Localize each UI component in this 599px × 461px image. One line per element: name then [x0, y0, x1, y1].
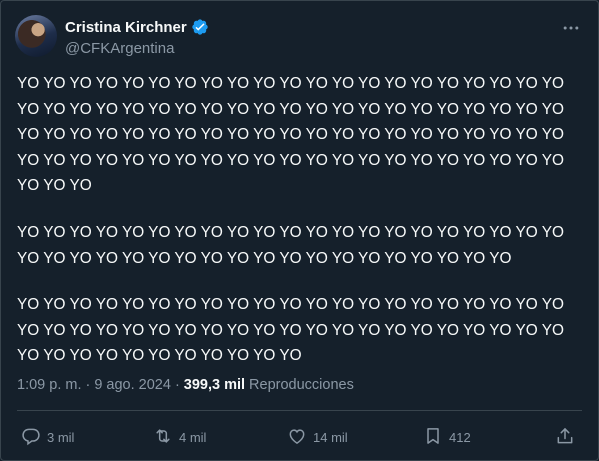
reply-count: 3 mil	[47, 429, 75, 445]
reply-button[interactable]: 3 mil	[21, 426, 74, 449]
bookmark-count: 412	[449, 429, 471, 445]
author-name-row: Cristina Kirchner	[65, 18, 209, 36]
heart-icon	[287, 426, 307, 449]
meta-separator: ·	[174, 377, 180, 393]
tweet-date[interactable]: 9 ago. 2024	[94, 377, 171, 393]
tweet-card: Cristina Kirchner @CFKArgentina YO YO YO…	[0, 0, 599, 461]
bookmark-button[interactable]: 412	[423, 426, 471, 449]
avatar[interactable]	[15, 15, 57, 57]
verified-badge-icon	[191, 18, 209, 36]
tweet-paragraph: YO YO YO YO YO YO YO YO YO YO YO YO YO Y…	[17, 296, 564, 365]
retweet-count: 4 mil	[179, 429, 207, 445]
reply-icon	[21, 426, 41, 449]
meta-separator: ·	[85, 377, 91, 393]
divider	[17, 410, 582, 411]
tweet-paragraph: YO YO YO YO YO YO YO YO YO YO YO YO YO Y…	[17, 75, 564, 195]
share-button[interactable]	[555, 426, 575, 449]
tweet-time[interactable]: 1:09 p. m.	[17, 377, 81, 393]
like-button[interactable]: 14 mil	[287, 426, 348, 449]
action-bar: 3 mil 4 mil 14 mil 412	[19, 423, 580, 451]
views-count[interactable]: 399,3 mil	[184, 377, 245, 393]
tweet-paragraph: YO YO YO YO YO YO YO YO YO YO YO YO YO Y…	[17, 223, 564, 267]
share-icon	[555, 426, 575, 449]
bookmark-icon	[423, 426, 443, 449]
tweet-header: Cristina Kirchner @CFKArgentina	[15, 15, 584, 61]
views-label: Reproducciones	[249, 377, 354, 393]
author-name[interactable]: Cristina Kirchner	[65, 19, 187, 36]
retweet-icon	[153, 426, 173, 449]
like-count: 14 mil	[313, 429, 348, 445]
tweet-text: YO YO YO YO YO YO YO YO YO YO YO YO YO Y…	[17, 71, 589, 369]
retweet-button[interactable]: 4 mil	[153, 426, 206, 449]
more-horizontal-icon[interactable]	[560, 17, 582, 39]
tweet-meta: 1:09 p. m. · 9 ago. 2024 · 399,3 mil Rep…	[17, 377, 354, 393]
author-handle[interactable]: @CFKArgentina	[65, 40, 174, 57]
